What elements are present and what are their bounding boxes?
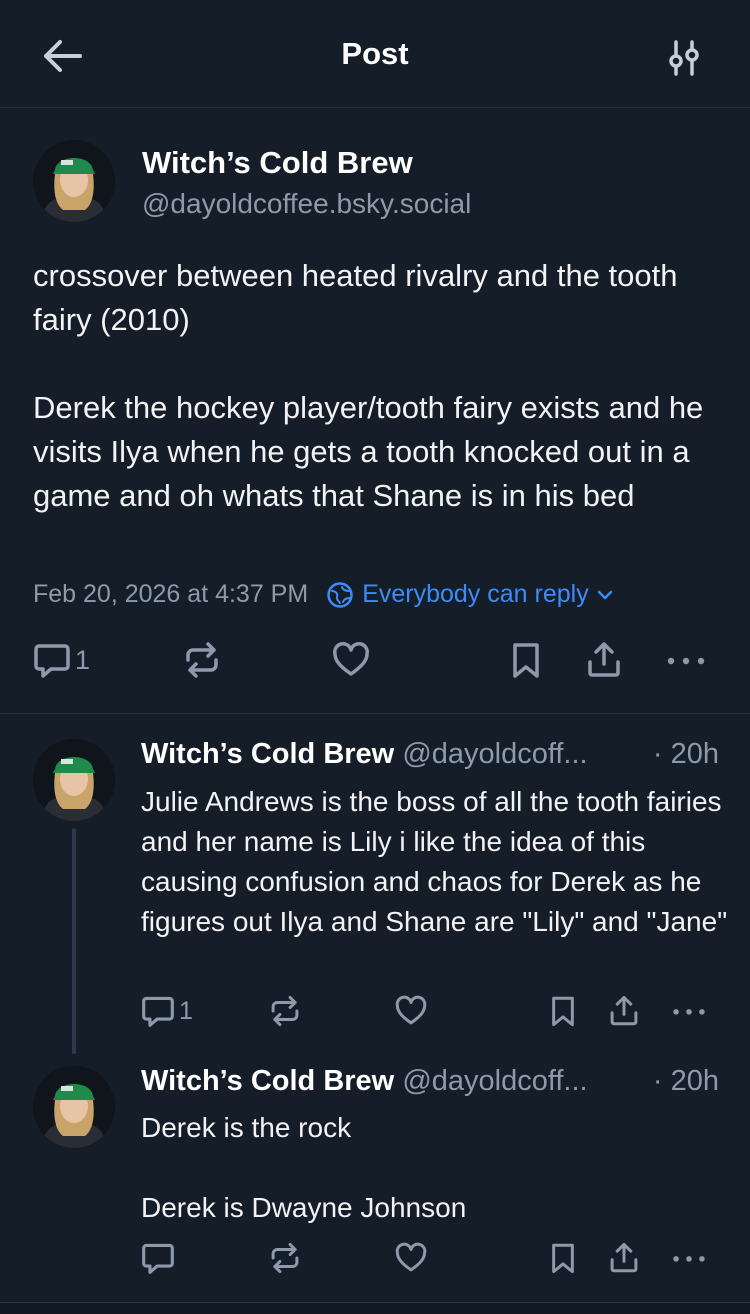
comment-icon bbox=[142, 1243, 174, 1274]
like-button[interactable] bbox=[394, 993, 428, 1029]
repost-button[interactable] bbox=[268, 1240, 302, 1276]
reply-setting-label: Everybody can reply bbox=[362, 580, 589, 608]
reply-header: Witch’s Cold Brew @dayoldcoff... · 20h bbox=[141, 1065, 721, 1098]
share-button[interactable] bbox=[607, 1240, 641, 1276]
share-button[interactable] bbox=[584, 640, 624, 680]
comment-icon bbox=[142, 996, 174, 1027]
repost-icon bbox=[271, 995, 299, 1027]
bookmark-icon bbox=[552, 1243, 574, 1274]
reply-author-handle[interactable]: @dayoldcoff... bbox=[402, 738, 587, 770]
reply-author-name[interactable]: Witch’s Cold Brew bbox=[141, 1065, 394, 1097]
reply-setting-button[interactable]: Everybody can reply bbox=[326, 580, 621, 609]
repost-button[interactable] bbox=[182, 640, 222, 680]
reply-header: Witch’s Cold Brew @dayoldcoff... · 20h bbox=[141, 738, 721, 771]
reply-button[interactable]: 1 bbox=[33, 640, 90, 680]
bookmark-icon bbox=[513, 643, 539, 678]
post-paragraph: crossover between heated rivalry and the… bbox=[33, 258, 687, 337]
more-horizontal-icon bbox=[673, 1009, 705, 1015]
bookmark-button[interactable] bbox=[546, 1240, 580, 1276]
post-meta: Feb 20, 2026 at 4:37 PM Everybody can re… bbox=[33, 580, 621, 609]
post-author-handle[interactable]: @dayoldcoffee.bsky.social bbox=[142, 188, 471, 220]
reply-text: Derek is the rock Derek is Dwayne Johnso… bbox=[141, 1108, 731, 1228]
reply-actions bbox=[0, 1240, 750, 1284]
post-author-name[interactable]: Witch’s Cold Brew bbox=[142, 145, 413, 181]
more-options-button[interactable] bbox=[670, 993, 708, 1029]
post-text: crossover between heated rivalry and the… bbox=[33, 254, 723, 518]
reply-button[interactable]: 1 bbox=[141, 993, 193, 1029]
comment-icon bbox=[34, 644, 70, 678]
more-horizontal-icon bbox=[673, 1256, 705, 1262]
reply-author-name[interactable]: Witch’s Cold Brew bbox=[141, 738, 394, 770]
reply-count: 1 bbox=[179, 996, 193, 1025]
like-button[interactable] bbox=[331, 640, 371, 680]
top-header: Post bbox=[0, 0, 750, 108]
share-icon bbox=[610, 1242, 638, 1273]
post-paragraph: Derek the hockey player/tooth fairy exis… bbox=[33, 390, 712, 513]
share-icon bbox=[610, 995, 638, 1026]
heart-icon bbox=[395, 995, 427, 1025]
avatar[interactable] bbox=[33, 739, 115, 821]
reply-text: Julie Andrews is the boss of all the too… bbox=[141, 782, 731, 942]
post-actions: 1 bbox=[0, 640, 750, 684]
globe-icon bbox=[327, 581, 353, 608]
like-button[interactable] bbox=[394, 1240, 428, 1276]
more-options-button[interactable] bbox=[664, 640, 708, 680]
reply-count: 1 bbox=[75, 644, 91, 675]
bookmark-button[interactable] bbox=[506, 640, 546, 680]
avatar[interactable] bbox=[33, 1066, 115, 1148]
heart-icon bbox=[333, 642, 369, 676]
reply-time[interactable]: · 20h bbox=[653, 1065, 719, 1098]
post-timestamp: Feb 20, 2026 at 4:37 PM bbox=[33, 580, 309, 608]
repost-button[interactable] bbox=[268, 993, 302, 1029]
share-button[interactable] bbox=[607, 993, 641, 1029]
share-icon bbox=[588, 642, 620, 677]
chevron-down-icon bbox=[597, 590, 612, 599]
divider bbox=[0, 713, 750, 714]
more-options-button[interactable] bbox=[670, 1240, 708, 1276]
more-horizontal-icon bbox=[667, 657, 705, 665]
page-title: Post bbox=[341, 36, 409, 71]
reply-time[interactable]: · 20h bbox=[653, 738, 719, 771]
repost-icon bbox=[186, 642, 218, 678]
reply-paragraph: Derek is Dwayne Johnson bbox=[141, 1192, 467, 1223]
reply-button[interactable] bbox=[141, 1240, 179, 1276]
heart-icon bbox=[395, 1242, 427, 1272]
bookmark-button[interactable] bbox=[546, 993, 580, 1029]
thread-settings-button[interactable] bbox=[662, 38, 708, 78]
bottom-composer-edge bbox=[0, 1302, 750, 1314]
reply-paragraph: Julie Andrews is the boss of all the too… bbox=[141, 786, 730, 937]
reply-actions: 1 bbox=[0, 993, 750, 1037]
repost-icon bbox=[271, 1242, 299, 1274]
bookmark-icon bbox=[552, 996, 574, 1027]
sliders-icon bbox=[669, 40, 699, 76]
reply-paragraph: Derek is the rock bbox=[141, 1112, 352, 1143]
avatar[interactable] bbox=[33, 140, 115, 222]
reply-author-handle[interactable]: @dayoldcoff... bbox=[402, 1065, 587, 1097]
